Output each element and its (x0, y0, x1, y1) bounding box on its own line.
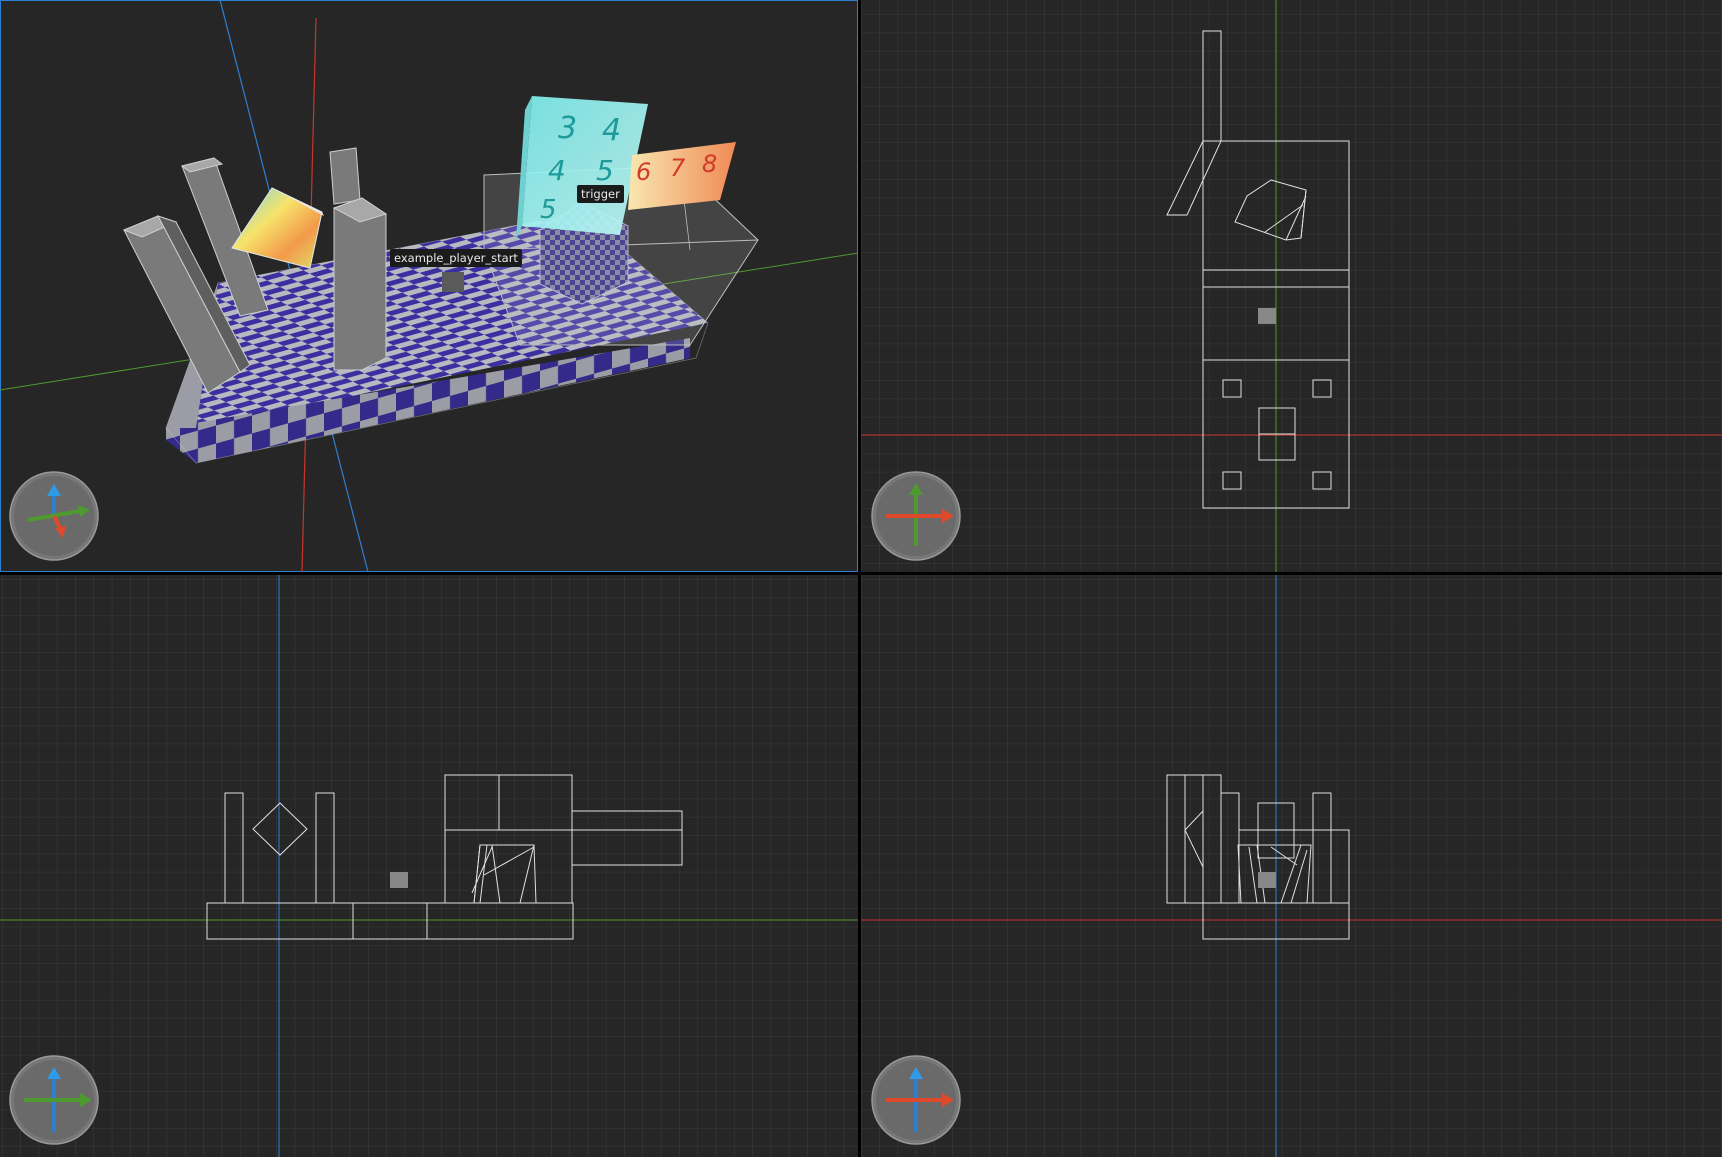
svg-text:4: 4 (548, 154, 566, 187)
svg-text:5: 5 (540, 195, 557, 225)
pillar-middle (329, 147, 388, 371)
svg-text:6: 6 (636, 158, 651, 186)
grid (861, 575, 1722, 1157)
viewport-side[interactable] (861, 575, 1722, 1157)
player-start-label: example_player_start (390, 249, 522, 267)
svg-text:4: 4 (602, 113, 621, 148)
player-start-marker (442, 272, 464, 292)
axis-gizmo-top-icon[interactable] (870, 470, 962, 562)
axis-gizmo-perspective-icon[interactable] (8, 470, 100, 562)
svg-text:3: 3 (558, 111, 577, 146)
svg-text:7: 7 (670, 154, 686, 182)
numbered-warm-panel: 6 7 8 (628, 142, 736, 210)
trigger-label: trigger (577, 185, 624, 203)
axis-gizmo-side-icon[interactable] (870, 1054, 962, 1146)
player-start-marker (1258, 872, 1276, 888)
player-start-marker (1258, 308, 1276, 324)
grid (0, 575, 858, 1157)
front-view-scene[interactable] (0, 575, 858, 1157)
player-start-marker (390, 872, 408, 888)
grid (861, 0, 1722, 572)
top-view-scene[interactable] (861, 0, 1722, 572)
viewport-perspective[interactable]: 3 4 4 5 5 6 7 8 example_player_start tri… (0, 0, 858, 572)
viewport-front[interactable] (0, 575, 858, 1157)
axis-gizmo-front-icon[interactable] (8, 1054, 100, 1146)
side-view-scene[interactable] (861, 575, 1722, 1157)
svg-text:8: 8 (702, 150, 717, 178)
svg-text:5: 5 (596, 154, 614, 187)
viewport-top[interactable] (861, 0, 1722, 572)
perspective-scene[interactable]: 3 4 4 5 5 6 7 8 (0, 0, 858, 572)
